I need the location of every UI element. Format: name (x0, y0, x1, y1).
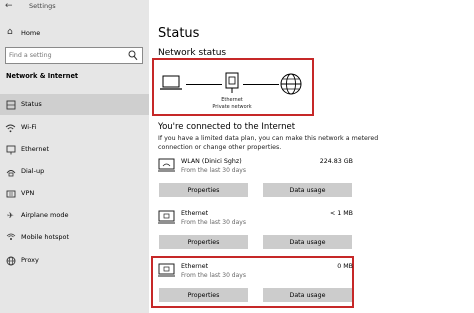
sidebar: ← Settings ⌂ Home Network & Internet Sta… (0, 0, 149, 313)
adapter-name: WLAN (Dinici Sghz) (181, 158, 242, 165)
adapter-row-wlan: WLAN (Dinici Sghz) From the last 30 days… (158, 158, 353, 203)
network-status-heading: Network status (158, 48, 227, 58)
sidebar-item-vpn[interactable]: VPN (0, 183, 149, 204)
adapter-usage: 224.83 GB (319, 158, 353, 165)
sidebar-item-label: Status (21, 100, 42, 108)
window-title: Settings (29, 2, 56, 10)
properties-button[interactable]: Properties (159, 183, 248, 197)
connected-heading: You're connected to the Internet (158, 122, 296, 132)
sidebar-item-airplane-mode[interactable]: ✈ Airplane mode (0, 205, 149, 226)
laptop-icon (160, 75, 182, 90)
section-title: Network & Internet (6, 72, 79, 80)
adapter-usage: 0 MB (337, 263, 353, 270)
dialup-icon (5, 166, 16, 177)
ethernet-adapter-icon (225, 72, 239, 93)
sidebar-item-label: Airplane mode (21, 211, 69, 219)
ethernet-adapter-icon (158, 263, 175, 277)
home-globe-icon (5, 99, 16, 110)
diagram-network-label: Private network (212, 104, 252, 110)
wifi-icon (5, 122, 16, 133)
airplane-icon: ✈ (7, 211, 14, 220)
vpn-icon (5, 188, 16, 199)
adapter-usage: < 1 MB (329, 210, 353, 217)
data-usage-button[interactable]: Data usage (263, 183, 352, 197)
data-usage-button[interactable]: Data usage (263, 288, 352, 302)
search-input[interactable] (9, 50, 119, 61)
sidebar-item-label: Ethernet (21, 145, 49, 153)
sidebar-item-label: Dial-up (21, 167, 45, 175)
properties-button[interactable]: Properties (159, 288, 248, 302)
ethernet-adapter-icon (158, 210, 175, 224)
diagram-adapter-label: Ethernet (221, 97, 243, 103)
properties-button[interactable]: Properties (159, 235, 248, 249)
title-bar: ← Settings (0, 0, 149, 14)
sidebar-item-dialup[interactable]: Dial-up (0, 161, 149, 182)
wifi-adapter-icon (158, 158, 175, 172)
adapter-row-ethernet-2: Ethernet From the last 30 days 0 MB Prop… (158, 263, 353, 308)
sidebar-item-status[interactable]: Status (0, 94, 149, 115)
adapter-period: From the last 30 days (181, 167, 246, 174)
page-title: Status (158, 26, 200, 41)
ethernet-icon (5, 144, 16, 155)
sidebar-item-label: VPN (21, 189, 35, 197)
sidebar-item-ethernet[interactable]: Ethernet (0, 139, 149, 160)
connected-description: If you have a limited data plan, you can… (158, 135, 379, 151)
sidebar-item-label: Mobile hotspot (21, 233, 70, 241)
sidebar-item-label: Wi-Fi (21, 123, 37, 131)
sidebar-item-label: Proxy (21, 256, 39, 264)
sidebar-item-mobile-hotspot[interactable]: Mobile hotspot (0, 227, 149, 248)
home-label: Home (21, 29, 41, 37)
globe-icon (5, 255, 16, 266)
main-panel: Status Network status Ethernet Private n… (149, 0, 474, 313)
adapter-row-ethernet: Ethernet From the last 30 days < 1 MB Pr… (158, 210, 353, 255)
search-icon[interactable] (128, 50, 138, 61)
sidebar-item-wifi[interactable]: Wi-Fi (0, 117, 149, 138)
network-diagram: Ethernet Private network (152, 58, 314, 116)
back-arrow-icon[interactable]: ← (5, 1, 13, 11)
adapter-period: From the last 30 days (181, 272, 246, 279)
sidebar-item-proxy[interactable]: Proxy (0, 250, 149, 271)
home-icon: ⌂ (7, 27, 13, 37)
data-usage-button[interactable]: Data usage (263, 235, 352, 249)
home-link[interactable]: ⌂ Home (0, 25, 149, 41)
globe-icon (280, 73, 302, 95)
connection-line-right (243, 84, 279, 85)
search-box[interactable] (5, 47, 143, 64)
hotspot-icon (5, 232, 16, 243)
adapter-name: Ethernet (181, 210, 209, 217)
connection-line-left (186, 84, 222, 85)
adapter-name: Ethernet (181, 263, 209, 270)
adapter-period: From the last 30 days (181, 219, 246, 226)
